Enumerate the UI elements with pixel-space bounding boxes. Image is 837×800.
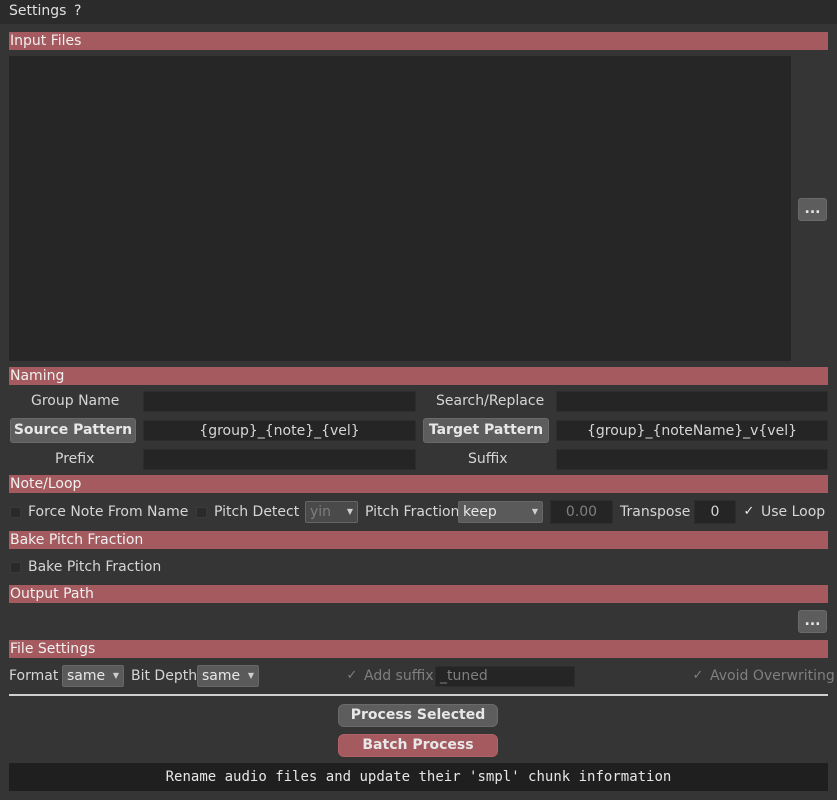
section-file-settings: File Settings: [9, 640, 828, 658]
menu-bar: [0, 0, 837, 24]
transpose-input[interactable]: 0: [694, 500, 736, 524]
use-loop-checkbox[interactable]: ✓: [742, 505, 756, 519]
pitch-fraction-label: Pitch Fraction: [365, 504, 460, 520]
source-pattern-button[interactable]: Source Pattern: [10, 418, 136, 443]
pitch-fraction-dropdown[interactable]: keep ▼: [458, 501, 543, 523]
menu-settings[interactable]: Settings: [9, 3, 66, 19]
section-bake-pitch: Bake Pitch Fraction: [9, 531, 828, 549]
search-replace-input[interactable]: [556, 391, 828, 412]
avoid-overwriting-label: Avoid Overwriting: [710, 668, 835, 684]
prefix-input[interactable]: [143, 449, 416, 470]
input-files-list[interactable]: [9, 56, 791, 361]
avoid-overwriting-checkbox[interactable]: ✓: [691, 669, 705, 683]
suffix-label: Suffix: [468, 451, 508, 467]
search-replace-label: Search/Replace: [436, 393, 545, 409]
pitch-fraction-mode: keep: [463, 504, 497, 520]
pitch-fraction-input[interactable]: 0.00: [550, 500, 613, 524]
pitch-method-value: yin: [310, 504, 332, 520]
section-note-loop: Note/Loop: [9, 475, 828, 493]
bake-pitch-checkbox[interactable]: [10, 562, 21, 573]
bit-depth-dropdown[interactable]: same ▼: [197, 665, 259, 687]
divider: [9, 694, 828, 696]
transpose-label: Transpose: [620, 504, 691, 520]
bake-pitch-label: Bake Pitch Fraction: [28, 559, 162, 575]
section-output-path: Output Path: [9, 585, 828, 603]
bit-depth-value: same: [202, 668, 241, 684]
input-browse-button[interactable]: ...: [798, 198, 827, 221]
group-name-label: Group Name: [31, 393, 120, 409]
section-input-files: Input Files: [9, 32, 828, 50]
format-dropdown[interactable]: same ▼: [62, 665, 124, 687]
target-pattern-button[interactable]: Target Pattern: [423, 418, 549, 443]
group-name-input[interactable]: [143, 391, 416, 412]
force-note-checkbox[interactable]: [10, 507, 21, 518]
add-suffix-input[interactable]: _tuned: [435, 666, 575, 687]
chevron-down-icon: ▼: [531, 507, 538, 516]
use-loop-label: Use Loop: [761, 504, 826, 520]
section-naming: Naming: [9, 367, 828, 385]
prefix-label: Prefix: [55, 451, 95, 467]
pitch-detect-label: Pitch Detect: [214, 504, 300, 520]
bit-depth-label: Bit Depth: [131, 668, 198, 684]
chevron-down-icon: ▼: [112, 671, 119, 680]
add-suffix-checkbox[interactable]: ✓: [345, 669, 359, 683]
force-note-label: Force Note From Name: [28, 504, 189, 520]
format-value: same: [67, 668, 106, 684]
target-pattern-input[interactable]: {group}_{noteName}_v{vel}: [556, 420, 828, 441]
output-browse-button[interactable]: ...: [798, 610, 827, 633]
add-suffix-label: Add suffix: [364, 668, 434, 684]
pitch-detect-checkbox[interactable]: [196, 507, 207, 518]
process-selected-button[interactable]: Process Selected: [338, 704, 498, 727]
batch-process-button[interactable]: Batch Process: [338, 734, 498, 757]
menu-help[interactable]: ?: [74, 3, 81, 19]
pitch-method-dropdown[interactable]: yin ▼: [305, 501, 358, 523]
chevron-down-icon: ▼: [247, 671, 254, 680]
suffix-input[interactable]: [556, 449, 828, 470]
status-bar: Rename audio files and update their 'smp…: [9, 763, 828, 791]
chevron-down-icon: ▼: [346, 507, 353, 516]
source-pattern-input[interactable]: {group}_{note}_{vel}: [143, 420, 416, 441]
format-label: Format: [9, 668, 59, 684]
